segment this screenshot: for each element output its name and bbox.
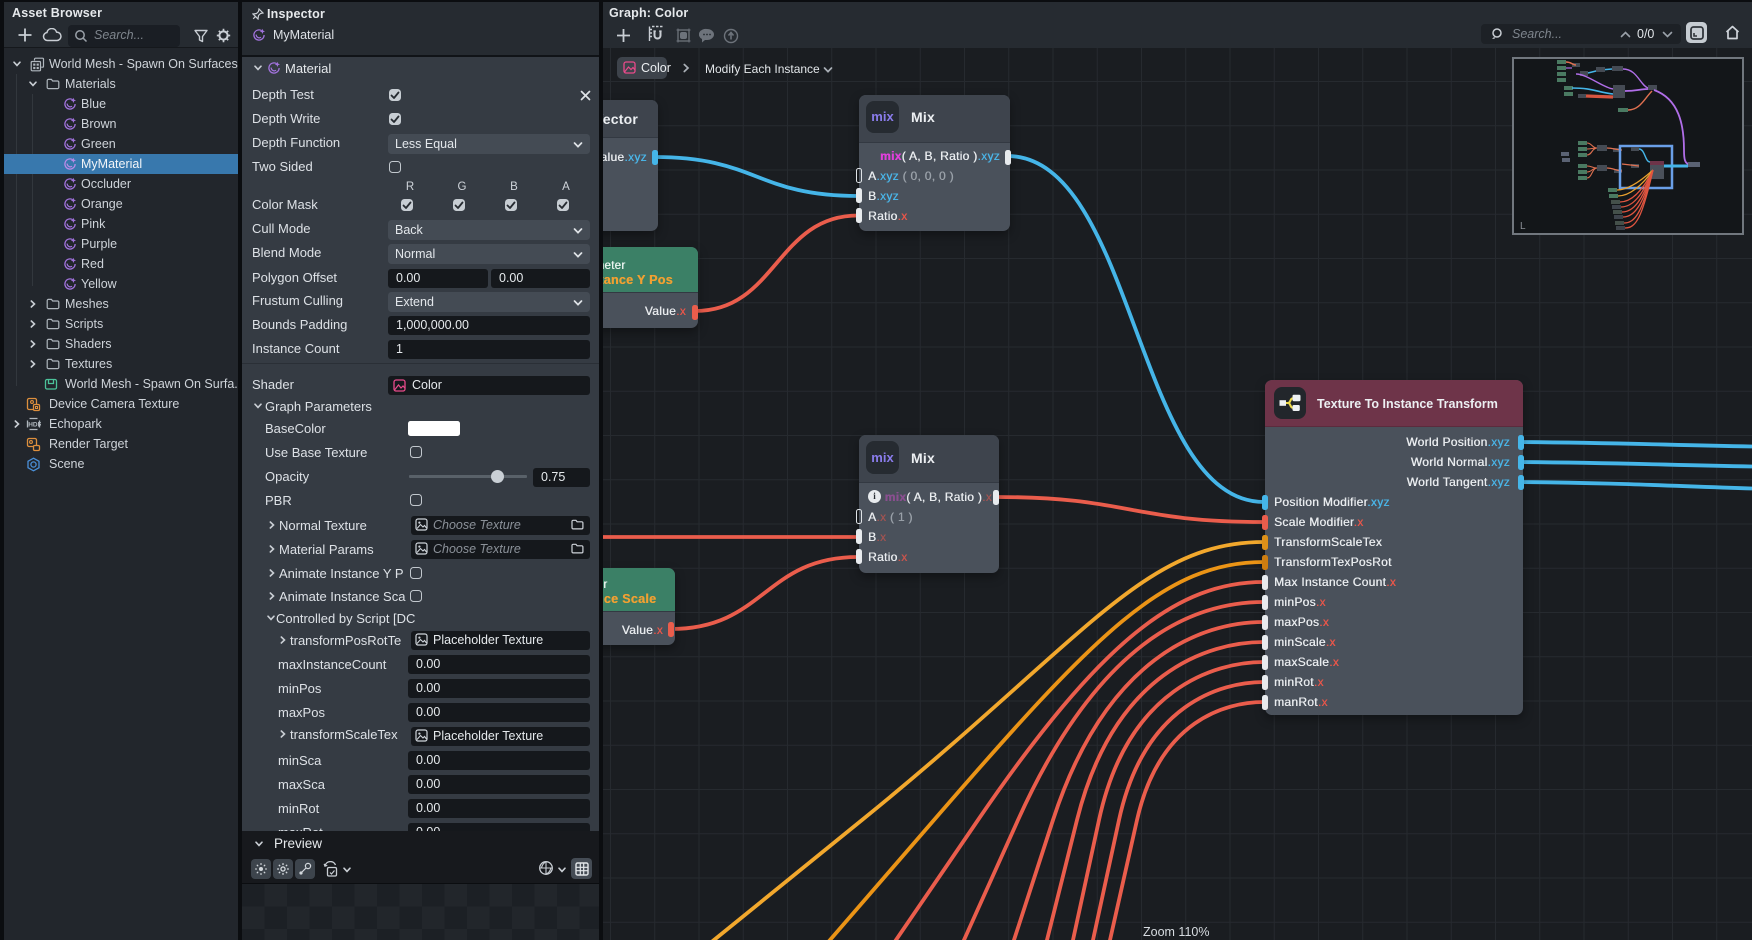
svg-text:L: L: [1520, 221, 1526, 232]
svg-text:HDR: HDR: [28, 422, 41, 429]
